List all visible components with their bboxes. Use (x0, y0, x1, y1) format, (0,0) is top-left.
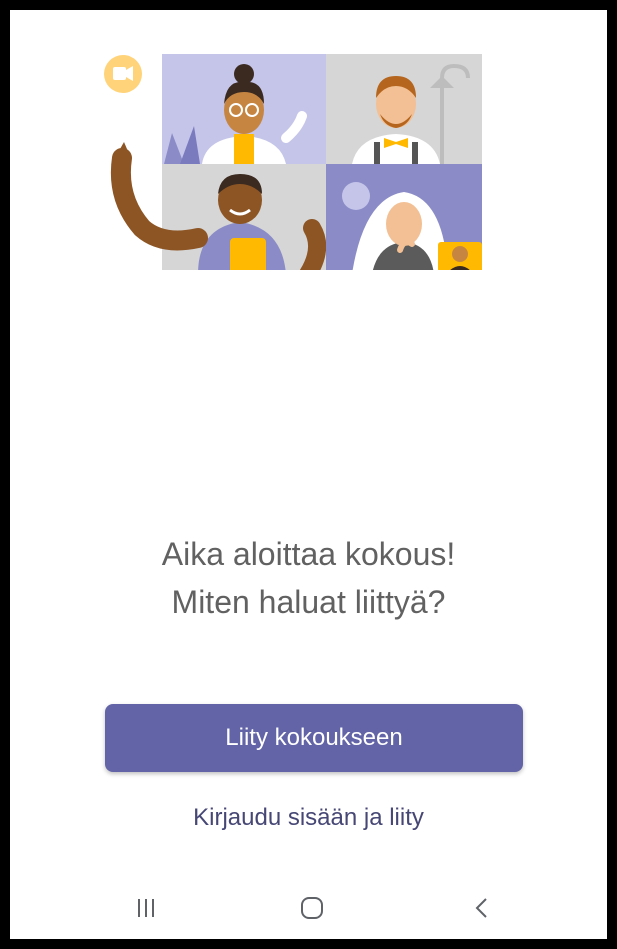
back-button[interactable] (452, 888, 512, 928)
recent-apps-icon (138, 899, 154, 917)
video-camera-icon (104, 55, 142, 93)
heading-line-2: Miten haluat liittyä? (171, 584, 446, 620)
back-icon (475, 898, 487, 918)
system-navigation-bar (10, 880, 607, 939)
home-icon (301, 897, 323, 919)
join-meeting-button[interactable]: Liity kokoukseen (105, 704, 523, 772)
participant-tile-1 (162, 54, 326, 164)
participant-tile-2 (326, 54, 482, 164)
meeting-illustration (104, 54, 482, 270)
meeting-prompt-heading: Aika aloittaa kokous! Miten haluat liitt… (10, 530, 607, 626)
participant-tile-4 (326, 164, 482, 270)
app-screen: Aika aloittaa kokous! Miten haluat liitt… (10, 10, 607, 939)
sign-in-and-join-link[interactable]: Kirjaudu sisään ja liity (10, 804, 607, 832)
heading-line-1: Aika aloittaa kokous! (161, 536, 456, 572)
home-button[interactable] (282, 888, 342, 928)
recent-apps-button[interactable] (116, 888, 176, 928)
